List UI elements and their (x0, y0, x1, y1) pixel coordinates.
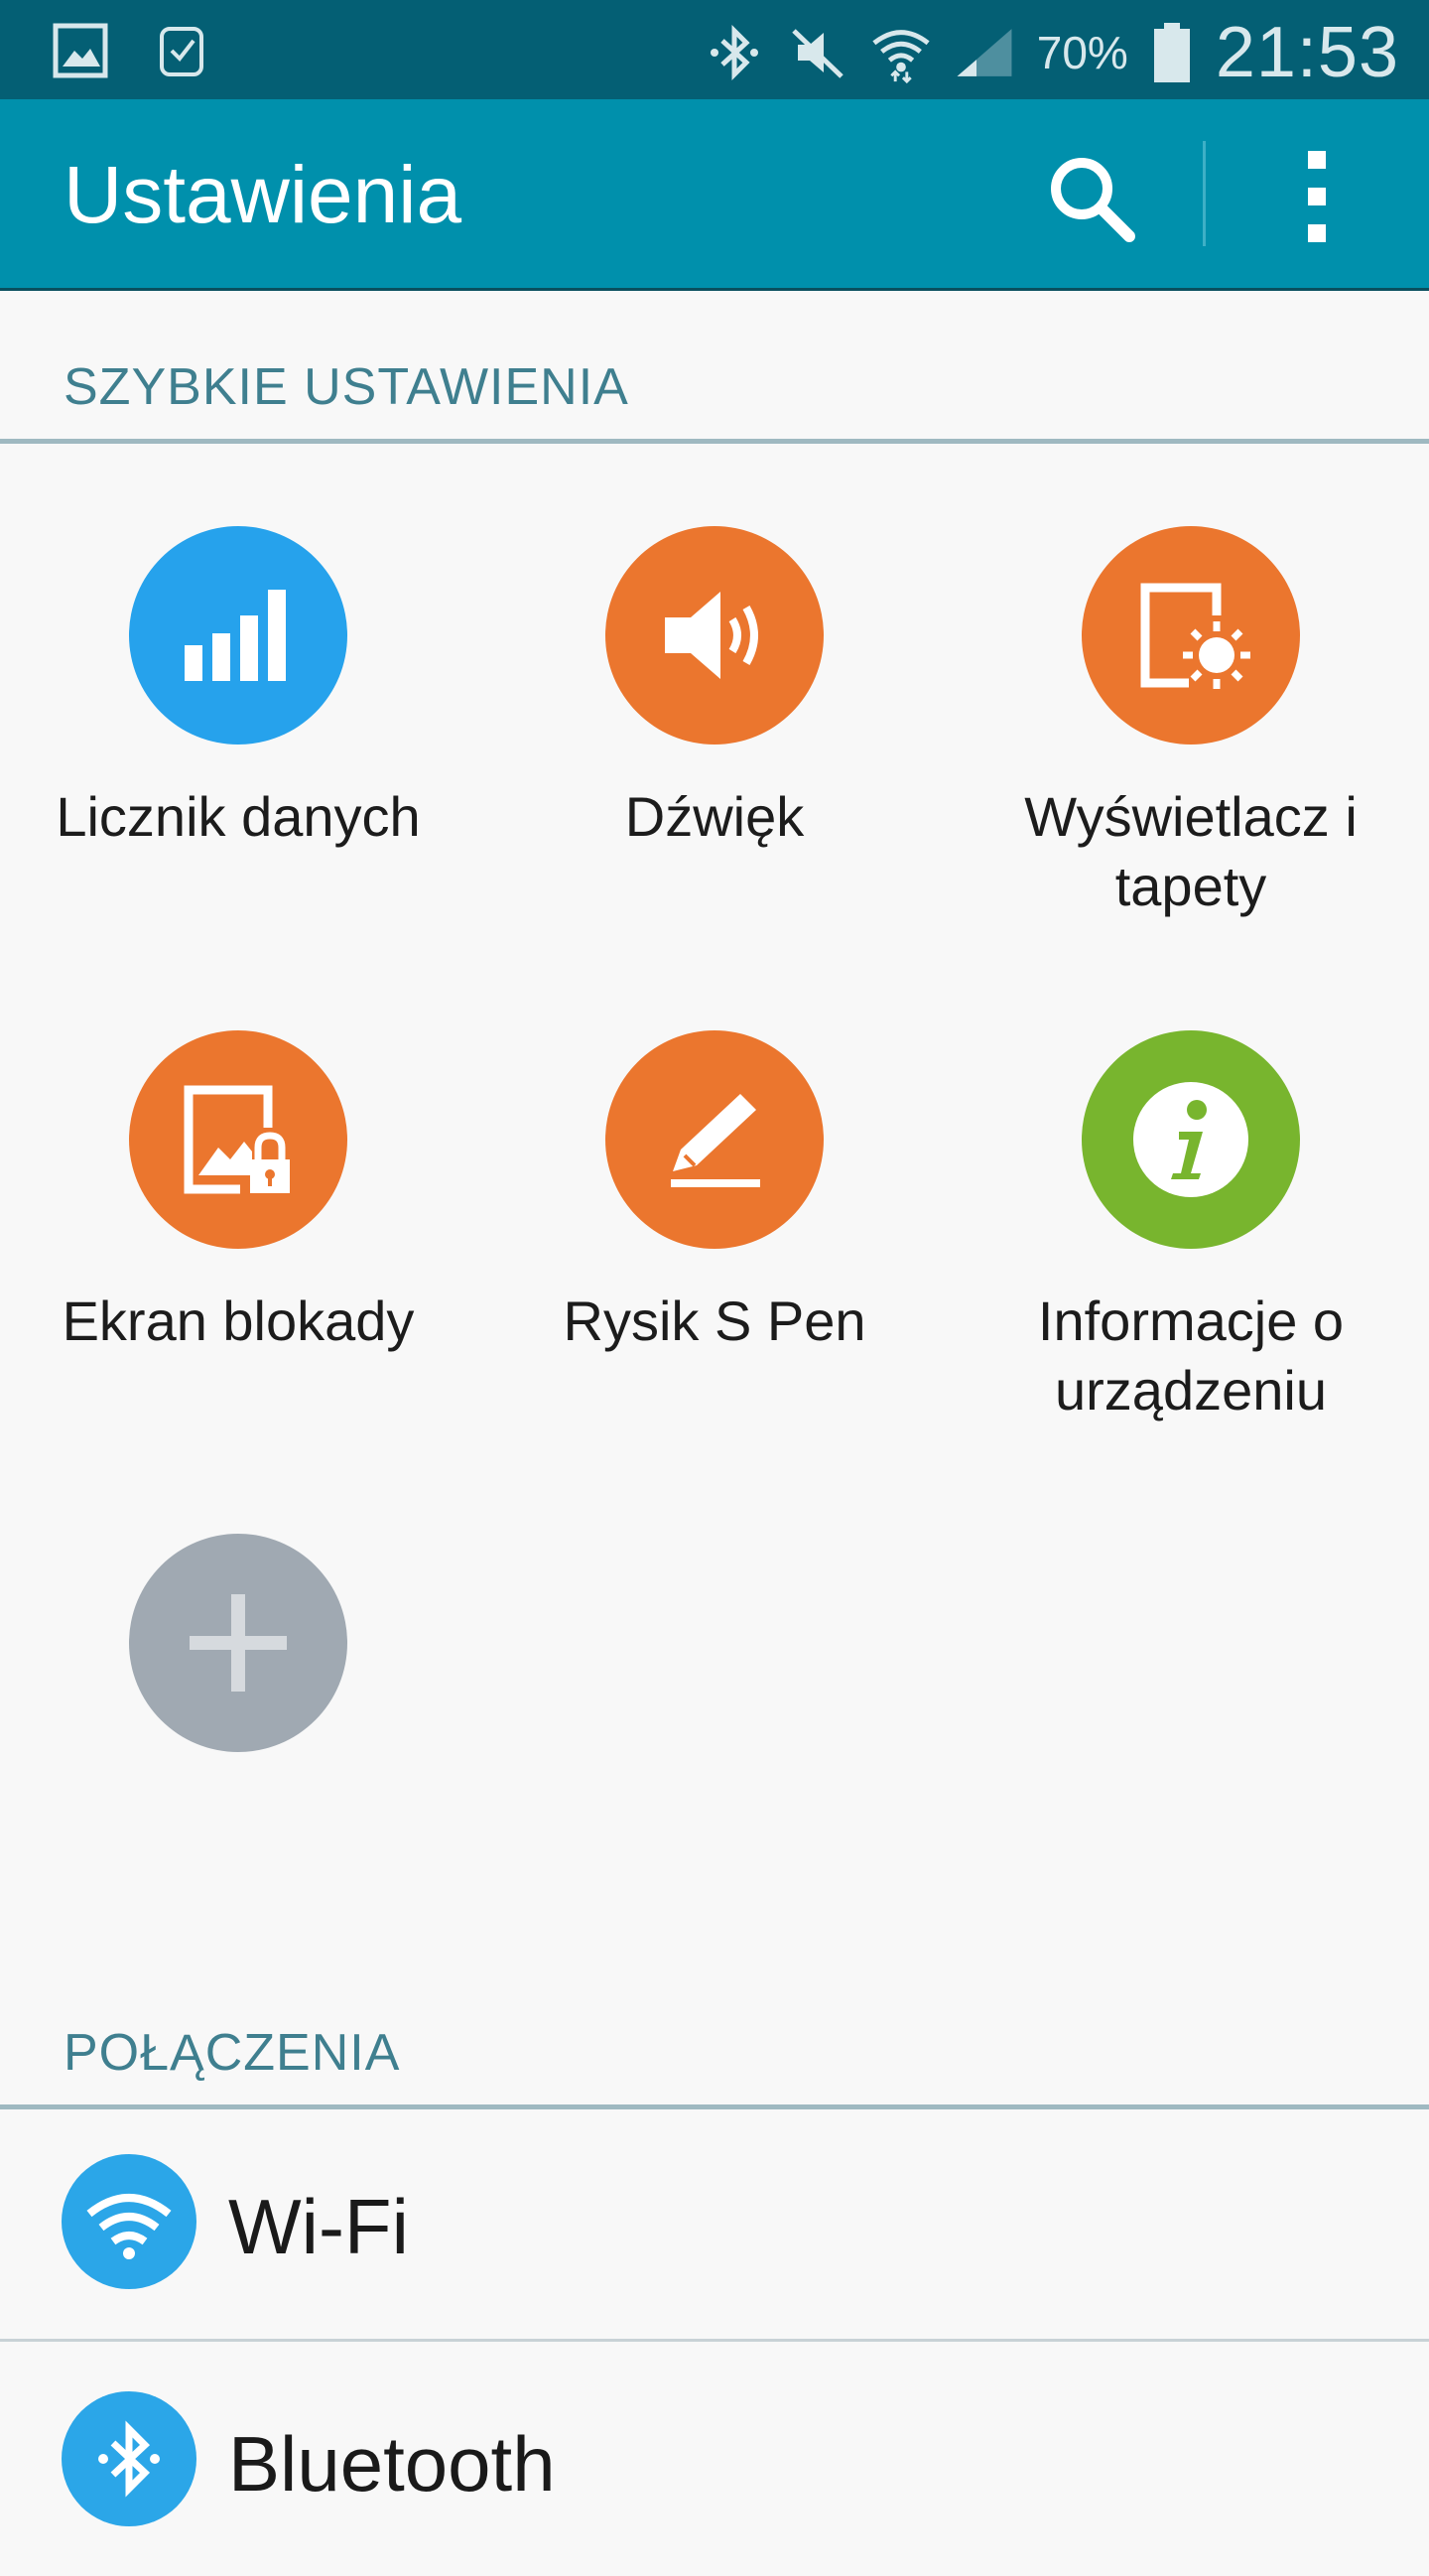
section-header-connections: POŁĄCZENIA (0, 1956, 1429, 2109)
list-item-label: Wi-Fi (228, 2183, 409, 2270)
watch-notification-icon (151, 20, 212, 81)
info-icon (1082, 1030, 1300, 1249)
quick-tile-display-wallpaper[interactable]: Wyświetlacz i tapety (953, 526, 1429, 921)
overflow-menu-icon[interactable] (1290, 147, 1346, 246)
mute-icon (787, 22, 848, 83)
quick-tile-add[interactable] (0, 1534, 476, 1752)
section-header-quick-settings: SZYBKIE USTAWIENIA (0, 288, 1429, 444)
tile-label: Wyświetlacz i tapety (1024, 785, 1358, 917)
s-pen-icon (605, 1030, 824, 1249)
add-icon (129, 1534, 347, 1752)
display-wallpaper-icon (1082, 526, 1300, 745)
bluetooth-icon (62, 2391, 196, 2526)
tile-label: Informacje o urządzeniu (1037, 1289, 1345, 1422)
list-item-label: Bluetooth (228, 2420, 556, 2508)
sound-icon (605, 526, 824, 745)
quick-tile-lock-screen[interactable]: Ekran blokady (0, 1030, 476, 1356)
quick-tile-sound[interactable]: Dźwięk (476, 526, 953, 852)
tile-label: Licznik danych (56, 785, 421, 848)
battery-percent: 70% (1036, 27, 1128, 78)
list-item-wifi[interactable]: Wi-Fi (0, 2104, 1429, 2339)
section-title: SZYBKIE USTAWIENIA (64, 358, 629, 416)
lock-screen-icon (129, 1030, 347, 1249)
data-usage-icon (129, 526, 347, 745)
section-title: POŁĄCZENIA (64, 2024, 401, 2082)
status-bar: 70% 21:53 (0, 0, 1429, 99)
gallery-notification-icon (50, 20, 111, 81)
page-title: Ustawienia (64, 150, 462, 240)
cell-signal-icon (954, 22, 1015, 83)
tile-label: Rysik S Pen (563, 1289, 866, 1352)
battery-icon (1150, 22, 1194, 83)
wifi-signal-icon (870, 22, 932, 84)
quick-tile-device-info[interactable]: Informacje o urządzeniu (953, 1030, 1429, 1425)
tile-label: Ekran blokady (62, 1289, 415, 1352)
app-bar: Ustawienia (0, 99, 1429, 291)
quick-tile-data-usage[interactable]: Licznik danych (0, 526, 476, 852)
search-icon[interactable] (1042, 149, 1141, 248)
tile-label: Dźwięk (624, 785, 805, 848)
app-bar-divider (1203, 141, 1206, 246)
bluetooth-icon (704, 22, 765, 83)
quick-tile-s-pen[interactable]: Rysik S Pen (476, 1030, 953, 1356)
wifi-icon (62, 2154, 196, 2289)
clock: 21:53 (1215, 13, 1399, 92)
